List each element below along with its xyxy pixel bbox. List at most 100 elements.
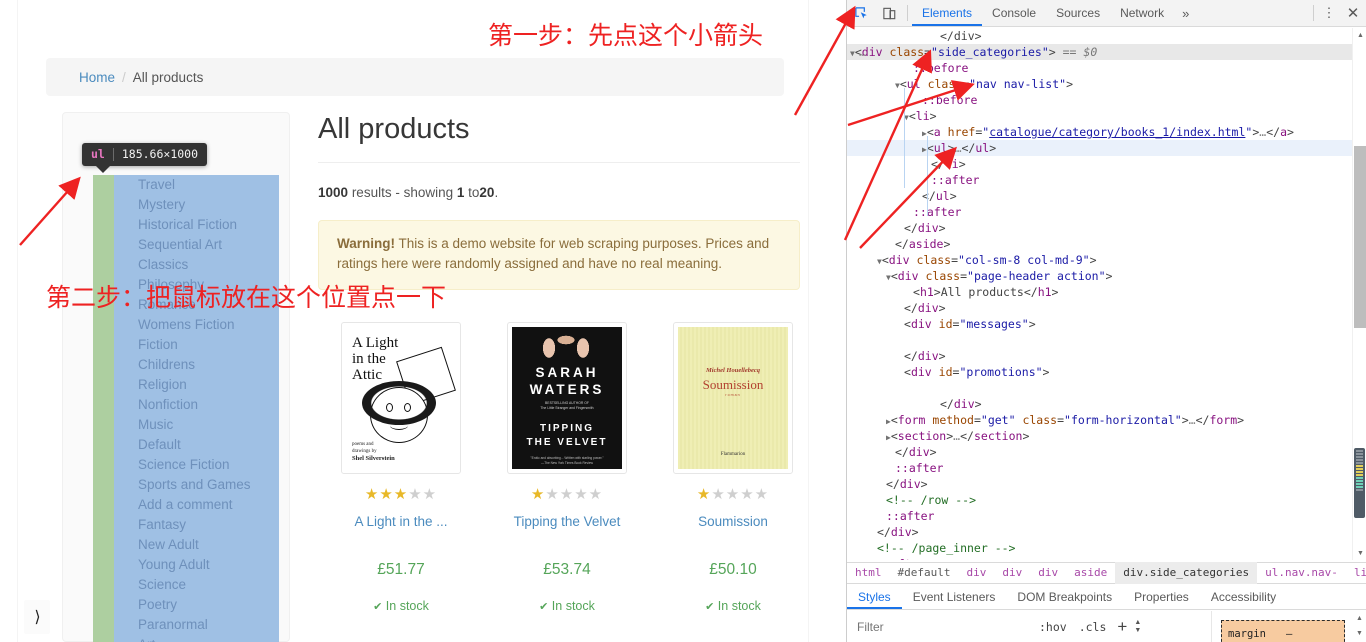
dom-tree-node[interactable]: ::after bbox=[847, 172, 1352, 188]
style-tab-event-listeners[interactable]: Event Listeners bbox=[902, 585, 1007, 609]
product-thumbnail[interactable]: A Light in the Attic poems and drawings by S… bbox=[341, 322, 461, 474]
dom-tree-node[interactable]: </aside> bbox=[847, 236, 1352, 252]
category-label[interactable]: Art bbox=[138, 637, 155, 642]
category-item[interactable]: Sports and Games bbox=[114, 475, 279, 495]
dom-tree-node[interactable]: … ▼<div class="side_categories"> == $0 bbox=[847, 44, 1352, 60]
tab-network[interactable]: Network bbox=[1110, 0, 1174, 26]
tab-sources[interactable]: Sources bbox=[1046, 0, 1110, 26]
box-model-margin[interactable]: margin – bbox=[1221, 620, 1345, 642]
dom-tree-node[interactable]: </div> bbox=[847, 300, 1352, 316]
category-label[interactable]: Add a comment bbox=[138, 497, 233, 512]
dom-tree-node[interactable]: </div> bbox=[847, 348, 1352, 364]
cls-toggle-button[interactable]: .cls bbox=[1073, 620, 1113, 634]
dom-breadcrumb-item[interactable]: div bbox=[994, 562, 1030, 584]
style-tab-properties[interactable]: Properties bbox=[1123, 585, 1200, 609]
dom-tree-node[interactable]: ::after bbox=[847, 460, 1352, 476]
dom-tree-node[interactable]: <!-- /page_inner --> bbox=[847, 540, 1352, 556]
hov-toggle-button[interactable]: :hov bbox=[1033, 620, 1073, 634]
category-item[interactable]: New Adult bbox=[114, 535, 279, 555]
box-model-scrollbar[interactable]: ▲ ▼ bbox=[1352, 611, 1366, 642]
more-tabs-icon[interactable]: » bbox=[1174, 0, 1197, 26]
category-item[interactable]: Music bbox=[114, 415, 279, 435]
category-item[interactable]: Classics bbox=[114, 255, 279, 275]
category-label[interactable]: Young Adult bbox=[138, 557, 210, 572]
styles-filter-input[interactable] bbox=[855, 616, 1033, 637]
category-item[interactable]: Historical Fiction bbox=[114, 215, 279, 235]
dom-breadcrumb-item[interactable]: ul.nav.nav-list bbox=[1257, 562, 1346, 601]
category-item[interactable]: Mystery bbox=[114, 195, 279, 215]
dom-tree-node[interactable]: </div> bbox=[847, 444, 1352, 460]
dom-breadcrumb-item[interactable]: aside bbox=[1066, 562, 1115, 584]
category-item[interactable]: Young Adult bbox=[114, 555, 279, 575]
dom-tree-node[interactable]: ::after bbox=[847, 556, 1352, 560]
product-title-link[interactable]: Tipping the Velvet bbox=[484, 514, 650, 529]
category-item[interactable]: Fantasy bbox=[114, 515, 279, 535]
dom-tree-node[interactable]: </div> bbox=[847, 524, 1352, 540]
product-card[interactable]: SARAH WATERS BESTSELLING AUTHOR OF The Li… bbox=[484, 322, 650, 613]
category-item[interactable]: Womens Fiction bbox=[114, 315, 279, 335]
dom-tree-node[interactable]: </div> bbox=[847, 476, 1352, 492]
category-item[interactable]: Poetry bbox=[114, 595, 279, 615]
category-label[interactable]: Science Fiction bbox=[138, 457, 230, 472]
category-label[interactable]: Nonfiction bbox=[138, 397, 198, 412]
close-icon[interactable]: ✕ bbox=[1340, 4, 1366, 22]
category-item[interactable]: Art bbox=[114, 635, 279, 642]
category-item[interactable]: Childrens bbox=[114, 355, 279, 375]
dom-tree-node[interactable]: ::after bbox=[847, 508, 1352, 524]
category-label[interactable]: Paranormal bbox=[138, 617, 208, 632]
dom-tree-node[interactable]: </div> bbox=[847, 220, 1352, 236]
dom-breadcrumb-item[interactable]: #default bbox=[890, 562, 959, 584]
category-label[interactable]: Fiction bbox=[138, 337, 178, 352]
dom-tree-node[interactable]: ::before bbox=[847, 92, 1352, 108]
category-item[interactable]: Nonfiction bbox=[114, 395, 279, 415]
dom-tree-node[interactable] bbox=[847, 332, 1352, 348]
product-title-link[interactable]: A Light in the ... bbox=[318, 514, 484, 529]
dom-tree-node[interactable]: <!-- /row --> bbox=[847, 492, 1352, 508]
kebab-menu-icon[interactable]: ⋮ bbox=[1318, 5, 1340, 21]
dom-tree-node[interactable]: </ul> bbox=[847, 188, 1352, 204]
category-label[interactable]: Default bbox=[138, 437, 181, 452]
dom-tree-node[interactable]: ▶<section>…</section> bbox=[847, 428, 1352, 444]
category-label[interactable]: Childrens bbox=[138, 357, 195, 372]
style-tab-accessibility[interactable]: Accessibility bbox=[1200, 585, 1287, 609]
inspect-element-icon[interactable] bbox=[847, 0, 875, 26]
styles-tab-bar[interactable]: Styles Event Listeners DOM Breakpoints Prop… bbox=[847, 585, 1366, 610]
category-label[interactable]: Poetry bbox=[138, 597, 177, 612]
dom-tree-node[interactable]: <div id="messages"> bbox=[847, 316, 1352, 332]
category-item[interactable]: Science Fiction bbox=[114, 455, 279, 475]
product-card[interactable]: Michel Houellebecq Soumission roman Flam… bbox=[650, 322, 816, 613]
styles-pane-spinner[interactable]: ▲ ▼ bbox=[1134, 619, 1141, 635]
dom-tree[interactable]: </div> … ▼<div class="side_categories"> ==… bbox=[847, 28, 1352, 560]
dom-tree-node[interactable]: <h1>All products</h1> bbox=[847, 284, 1352, 300]
device-toolbar-icon[interactable] bbox=[875, 0, 903, 26]
category-item[interactable]: Travel bbox=[114, 175, 279, 195]
breadcrumb-home-link[interactable]: Home bbox=[79, 70, 115, 85]
dom-tree-node[interactable]: ▶<ul>…</ul> bbox=[847, 140, 1352, 156]
style-tab-dom-breakpoints[interactable]: DOM Breakpoints bbox=[1006, 585, 1123, 609]
category-label[interactable]: Mystery bbox=[138, 197, 185, 212]
chevron-right-icon[interactable]: ⟩ bbox=[24, 600, 50, 634]
dom-tree-node[interactable]: ▶<form method="get" class="form-horizont… bbox=[847, 412, 1352, 428]
dom-tree-node[interactable]: ::before bbox=[847, 60, 1352, 76]
product-thumbnail[interactable]: Michel Houellebecq Soumission roman Flam… bbox=[673, 322, 793, 474]
dom-tree-node[interactable]: ▼<li> bbox=[847, 108, 1352, 124]
dom-tree-node[interactable]: ▼<div class="col-sm-8 col-md-9"> bbox=[847, 252, 1352, 268]
spinner-up-icon[interactable]: ▲ bbox=[1134, 619, 1141, 627]
category-label[interactable]: Classics bbox=[138, 257, 188, 272]
dom-breadcrumb-item[interactable]: div bbox=[1030, 562, 1066, 584]
dom-tree-node[interactable]: <div id="promotions"> bbox=[847, 364, 1352, 380]
category-list[interactable]: Travel Mystery Historical Fiction Sequentia… bbox=[93, 175, 279, 642]
product-thumbnail[interactable]: SARAH WATERS BESTSELLING AUTHOR OF The Li… bbox=[507, 322, 627, 474]
category-label[interactable]: New Adult bbox=[138, 537, 199, 552]
style-tab-styles[interactable]: Styles bbox=[847, 585, 902, 609]
tab-console[interactable]: Console bbox=[982, 0, 1046, 26]
category-label[interactable]: Fantasy bbox=[138, 517, 186, 532]
category-label[interactable]: Historical Fiction bbox=[138, 217, 237, 232]
dom-tree-node[interactable]: ::after bbox=[847, 204, 1352, 220]
bm-scroll-up-icon[interactable]: ▲ bbox=[1352, 611, 1366, 626]
tab-elements[interactable]: Elements bbox=[912, 0, 983, 26]
dom-breadcrumb-item[interactable]: li bbox=[1346, 562, 1366, 584]
bm-scroll-down-icon[interactable]: ▼ bbox=[1352, 626, 1366, 641]
category-label[interactable]: Science bbox=[138, 577, 186, 592]
category-label[interactable]: Sequential Art bbox=[138, 237, 222, 252]
